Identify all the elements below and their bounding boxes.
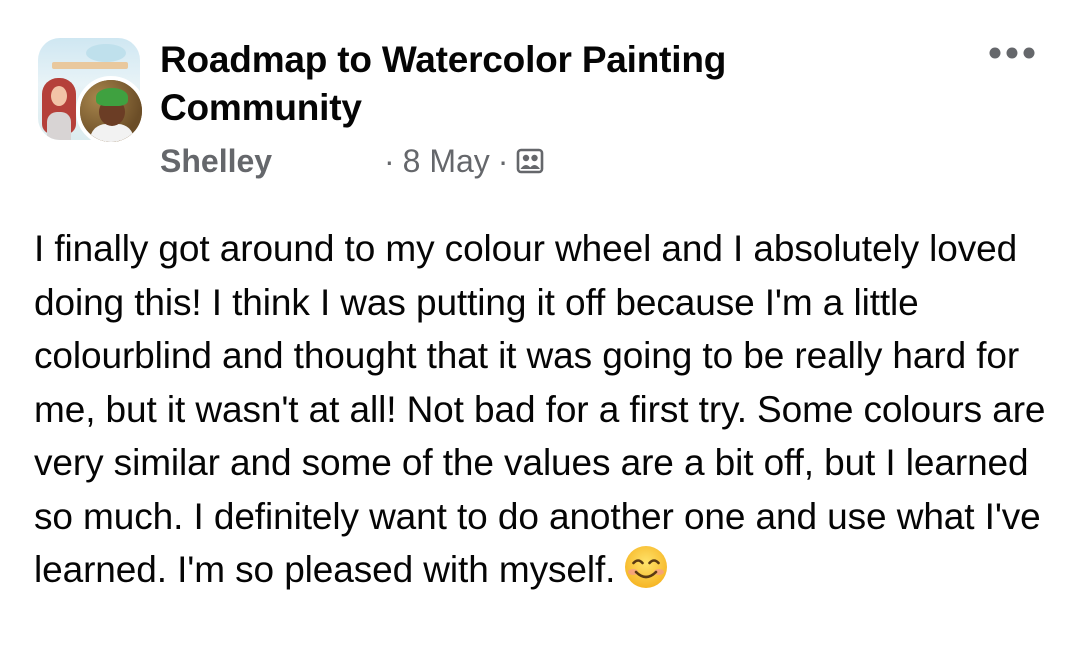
separator-dot: · <box>497 142 509 179</box>
post-timestamp[interactable]: 8 May <box>403 143 490 180</box>
separator-dot: · <box>384 142 395 179</box>
more-options-icon <box>989 47 1035 59</box>
author-avatar[interactable] <box>76 76 146 146</box>
group-banner-graphic <box>52 62 128 69</box>
post-text: I finally got around to my colour wheel … <box>34 228 1046 590</box>
smiling-face-icon <box>625 546 668 588</box>
more-options-button[interactable] <box>984 38 1040 68</box>
post-meta: Shelley · 8 May · <box>160 141 544 181</box>
group-members-icon[interactable] <box>516 148 544 174</box>
group-host-photo <box>42 78 78 140</box>
watercolor-splash <box>86 44 126 62</box>
author-name-link[interactable]: Shelley <box>160 143 380 180</box>
group-name-link[interactable]: Roadmap to Watercolor Painting Community <box>160 36 860 132</box>
post-card: Roadmap to Watercolor Painting Community… <box>0 0 1080 652</box>
post-body: I finally got around to my colour wheel … <box>34 222 1064 597</box>
